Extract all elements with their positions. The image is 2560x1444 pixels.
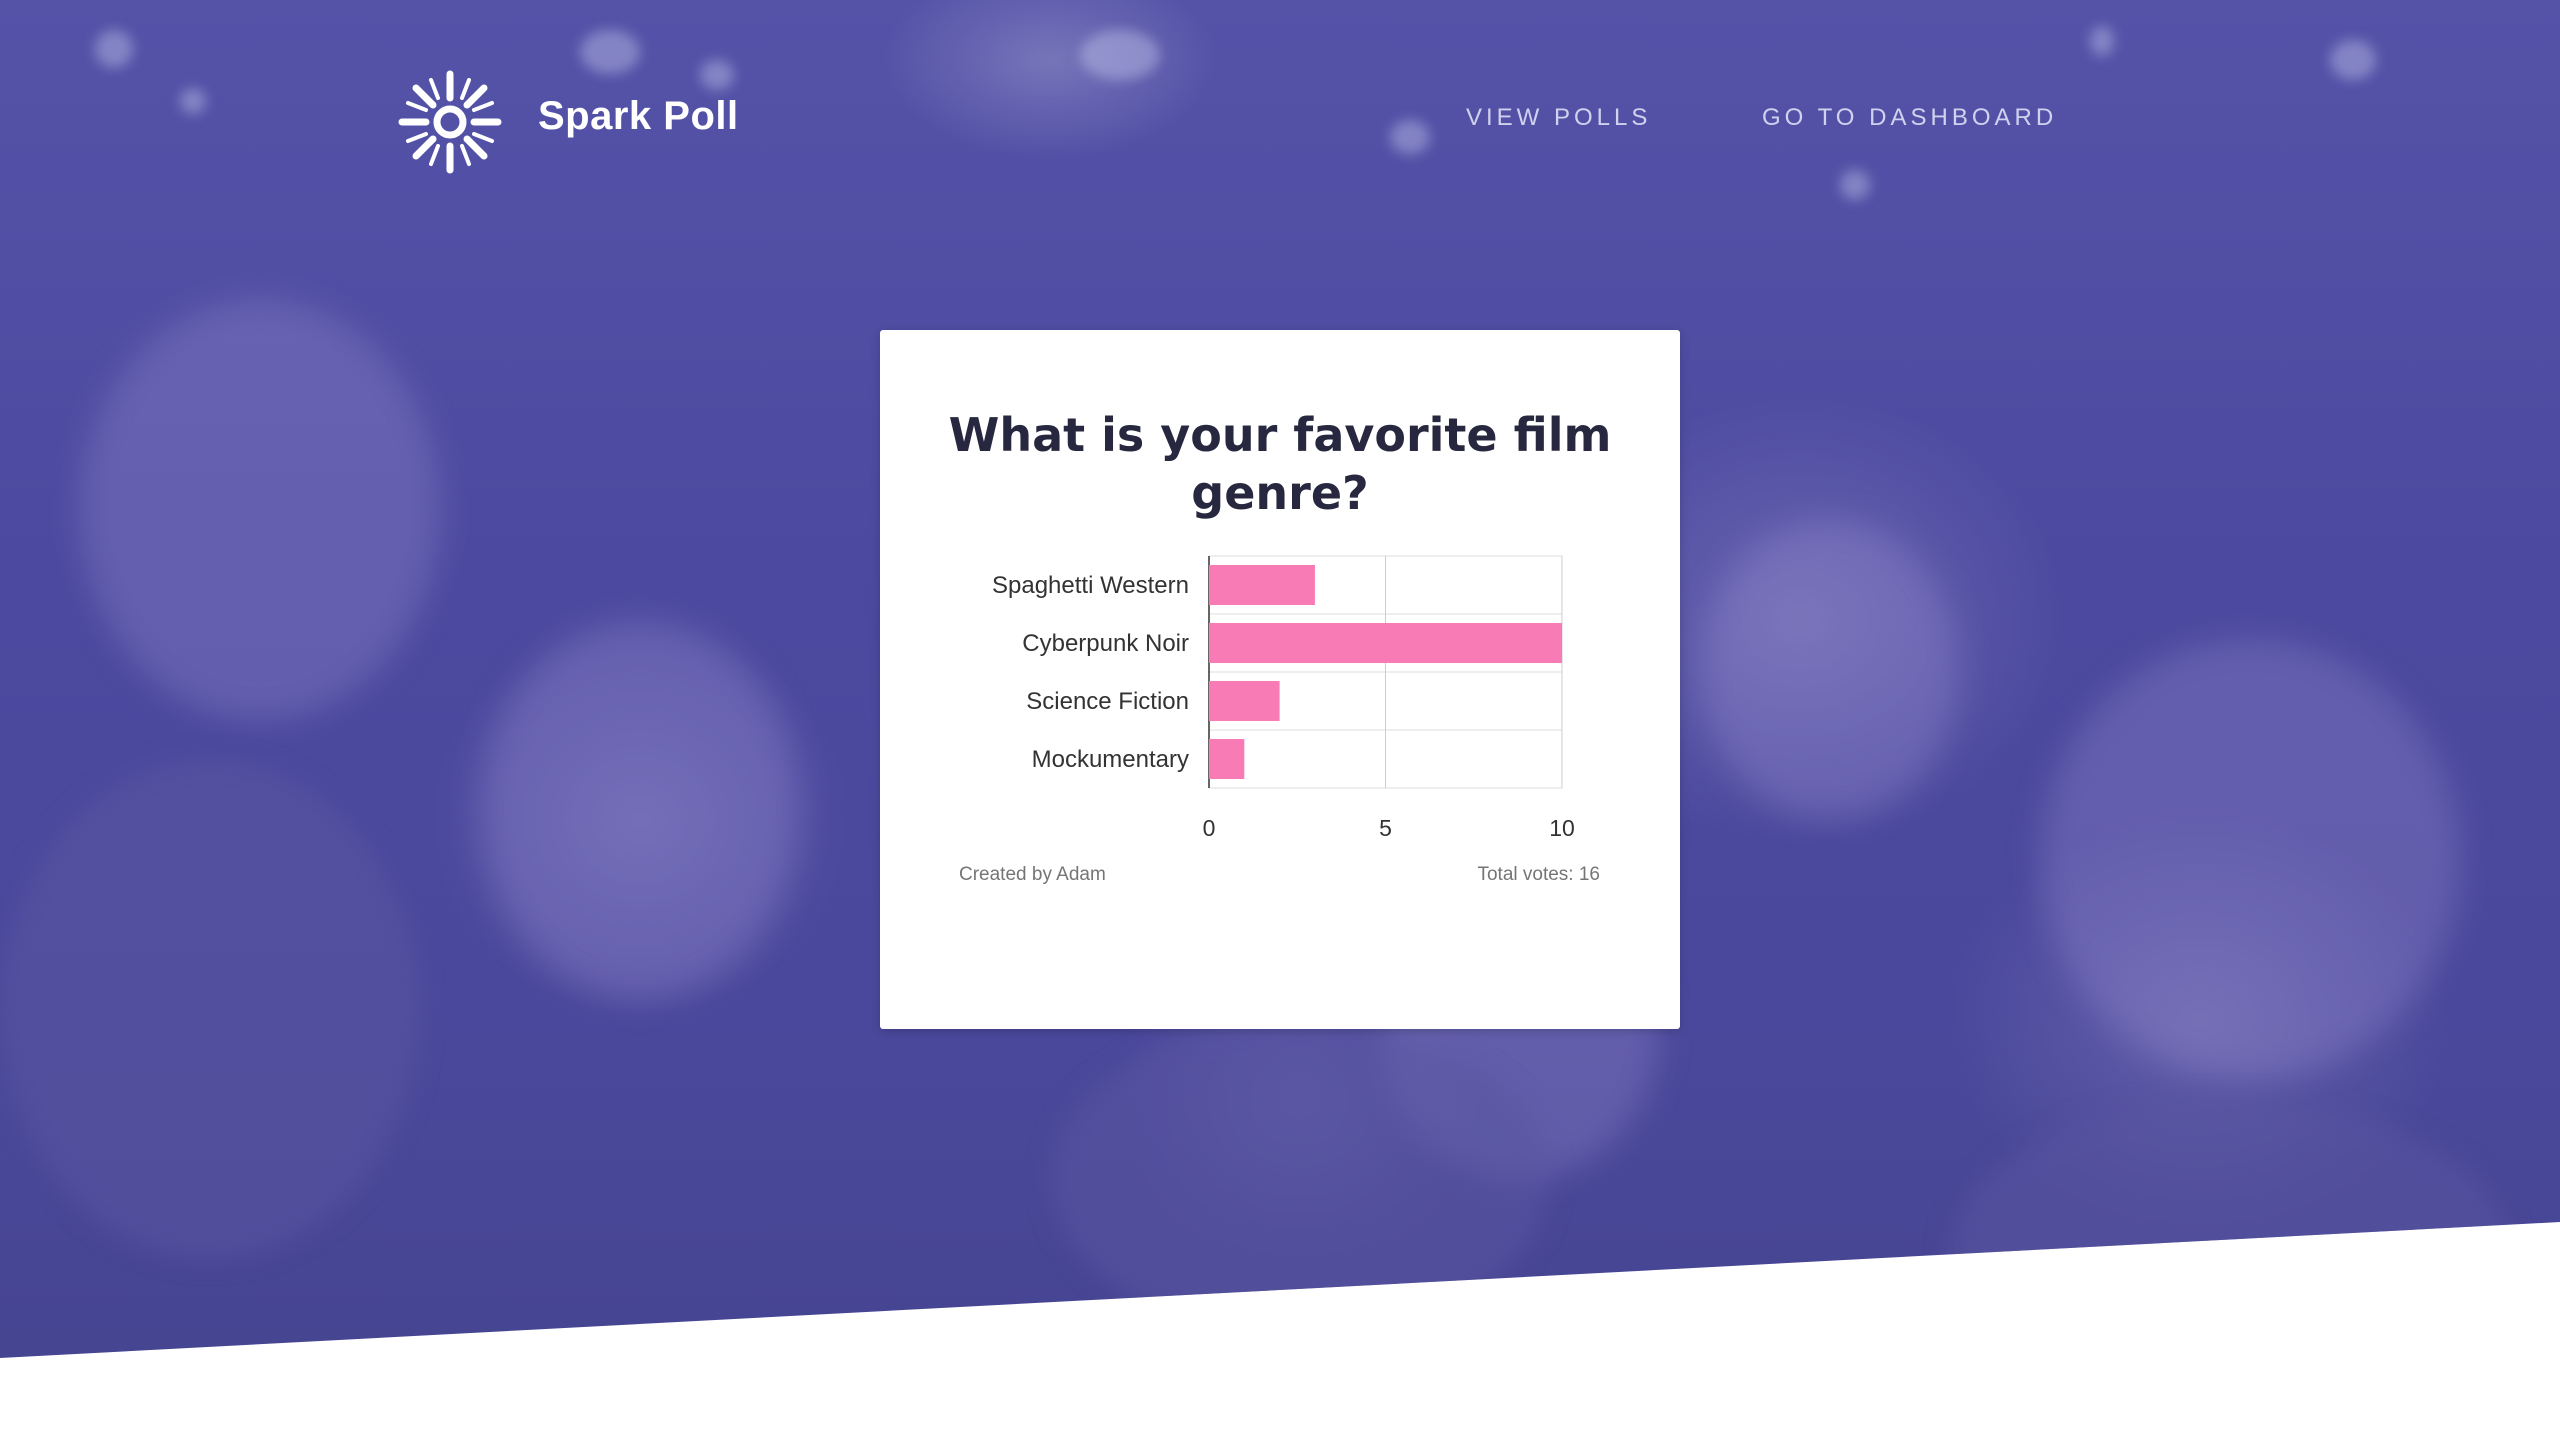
crowd-figure xyxy=(480,620,800,1000)
chart-bar xyxy=(1209,681,1280,721)
poll-creator: Created by Adam xyxy=(959,864,1106,885)
sun-icon[interactable] xyxy=(398,70,502,174)
tick-label: 0 xyxy=(1203,815,1216,841)
brand-name[interactable]: Spark Poll xyxy=(538,94,739,139)
crowd-figure xyxy=(1050,1020,1550,1340)
crowd-figure xyxy=(80,300,440,720)
category-label: Science Fiction xyxy=(1026,688,1189,715)
results-bar-chart: Spaghetti Western Cyberpunk Noir Science F… xyxy=(992,555,1575,841)
chart-bar xyxy=(1209,739,1245,779)
crowd-figure xyxy=(2040,640,2460,1080)
tick-label: 5 xyxy=(1379,815,1392,841)
poll-total-votes: Total votes: 16 xyxy=(1477,864,1600,885)
tick-label: 10 xyxy=(1549,815,1575,841)
crowd-figure xyxy=(1700,520,1960,820)
crowd-figure xyxy=(1950,1100,2510,1358)
nav-go-to-dashboard[interactable]: GO TO DASHBOARD xyxy=(1762,104,2057,132)
chart-bar xyxy=(1209,623,1562,663)
category-label: Mockumentary xyxy=(1032,746,1189,773)
category-label: Spaghetti Western xyxy=(992,572,1189,599)
chart-bar xyxy=(1209,565,1315,605)
top-nav: Spark Poll VIEW POLLS GO TO DASHBOARD xyxy=(0,0,2560,200)
nav-view-polls[interactable]: VIEW POLLS xyxy=(1466,104,1651,132)
poll-results-card: What is your favorite film genre? Spaghe… xyxy=(880,330,1680,1029)
category-label: Cyberpunk Noir xyxy=(1022,630,1189,657)
crowd-figure xyxy=(0,760,420,1260)
